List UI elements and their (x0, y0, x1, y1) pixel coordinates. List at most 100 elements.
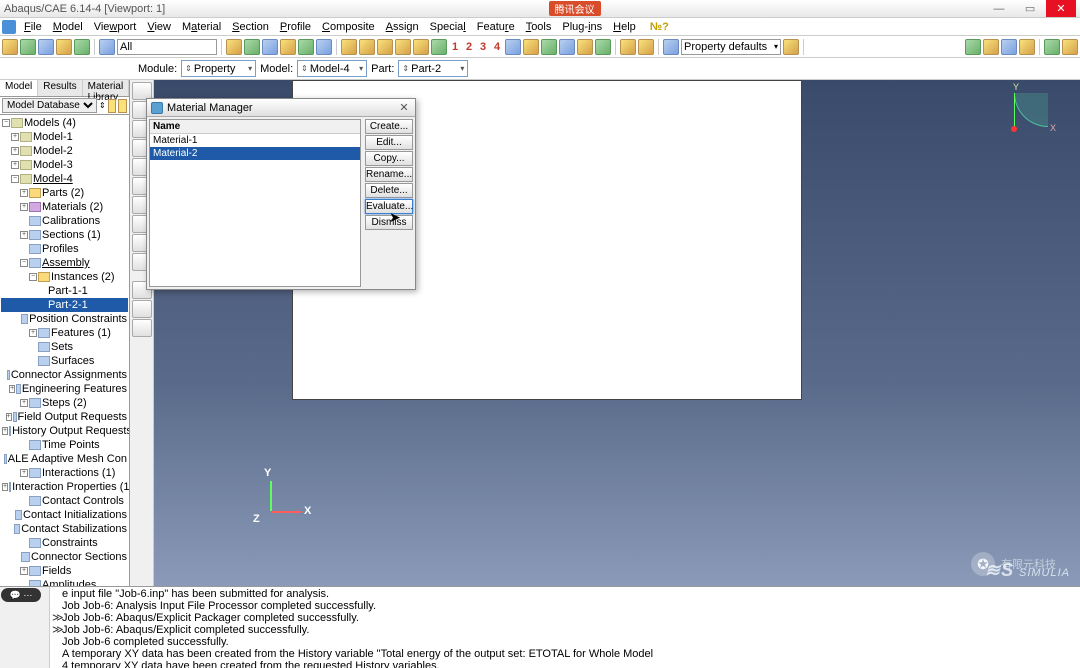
tool-icon-1[interactable] (74, 39, 90, 55)
tool-e3[interactable] (1001, 39, 1017, 55)
datum-icon[interactable] (431, 39, 447, 55)
tree-calibrations[interactable]: Calibrations (42, 214, 100, 228)
tree-model-2[interactable]: Model-2 (33, 144, 73, 158)
tree-instances[interactable]: Instances (2) (51, 270, 115, 284)
tree-poscon[interactable]: Position Constraints (29, 312, 127, 326)
tool-c2[interactable] (638, 39, 654, 55)
tool-e6[interactable] (1062, 39, 1078, 55)
tree-timepts[interactable]: Time Points (42, 438, 100, 452)
menu-plugins[interactable]: Plug-ins (557, 20, 607, 34)
tree-connasn[interactable]: Connector Assignments (11, 368, 127, 382)
tool-a2[interactable] (244, 39, 260, 55)
viewport-4[interactable]: 4 (491, 41, 503, 53)
tool-e1[interactable] (965, 39, 981, 55)
tool-b3[interactable] (541, 39, 557, 55)
tool-a6[interactable] (316, 39, 332, 55)
evaluate-button[interactable]: Evaluate... (365, 199, 413, 214)
dialog-close-icon[interactable]: ✕ (397, 101, 411, 114)
tool-a4[interactable] (280, 39, 296, 55)
view-rotate-icon[interactable] (341, 39, 357, 55)
tree-engfeat[interactable]: Engineering Features (22, 382, 127, 396)
db-tool-2[interactable] (118, 99, 127, 113)
save-icon[interactable] (38, 39, 54, 55)
tree-interactions[interactable]: Interactions (1) (42, 466, 115, 480)
tool-b1[interactable] (505, 39, 521, 55)
menu-section[interactable]: Section (227, 20, 274, 34)
tree-part-1-1[interactable]: Part-1-1 (48, 284, 88, 298)
tool-a1[interactable] (226, 39, 242, 55)
tree-materials[interactable]: Materials (2) (42, 200, 103, 214)
menu-model[interactable]: Model (48, 20, 88, 34)
tree-cstab[interactable]: Contact Stabilizations (21, 522, 127, 536)
material-list[interactable]: Name Material-1 Material-2 (149, 119, 361, 287)
tool-e4[interactable] (1019, 39, 1035, 55)
tree-steps[interactable]: Steps (2) (42, 396, 87, 410)
tree-part-2-1[interactable]: Part-2-1 (48, 298, 88, 312)
dismiss-button[interactable]: Dismiss (365, 215, 413, 230)
tool-b4[interactable] (559, 39, 575, 55)
tree-profiles[interactable]: Profiles (42, 242, 79, 256)
menu-viewport[interactable]: Viewport (89, 20, 142, 34)
tree-fields[interactable]: Fields (42, 564, 71, 578)
part-select[interactable]: ⇕Part-2▾ (398, 60, 468, 77)
message-log[interactable]: e input file "Job-6.inp" has been submit… (50, 587, 1080, 668)
menu-file[interactable]: FFileile (19, 20, 47, 34)
material-row-1[interactable]: Material-1 (150, 134, 360, 147)
list-header-name[interactable]: Name (150, 120, 360, 134)
tree-model-1[interactable]: Model-1 (33, 130, 73, 144)
db-tool-1[interactable] (108, 99, 117, 113)
tab-model[interactable]: Model (0, 80, 38, 96)
tool-b6[interactable] (595, 39, 611, 55)
tree-features[interactable]: Features (1) (51, 326, 111, 340)
property-defaults-select[interactable]: Property defaults▾ (681, 39, 781, 55)
close-button[interactable]: ✕ (1046, 0, 1076, 17)
model-tree[interactable]: Models (4) Model-1 Model-2 Model-3 Model… (0, 115, 129, 586)
tool-d2[interactable] (783, 39, 799, 55)
rename-button[interactable]: Rename... (365, 167, 413, 182)
help-icon[interactable]: №? (642, 20, 674, 34)
menu-tools[interactable]: Tools (521, 20, 557, 34)
viewport-3[interactable]: 3 (477, 41, 489, 53)
tree-intprop[interactable]: Interaction Properties (1) (12, 480, 129, 494)
model-select[interactable]: ⇕Model-4▾ (297, 60, 367, 77)
view-pan-icon[interactable] (359, 39, 375, 55)
open-icon[interactable] (20, 39, 36, 55)
tree-parts[interactable]: Parts (2) (42, 186, 84, 200)
select-filter[interactable]: All (117, 39, 217, 55)
message-toggle-icon[interactable]: 💬 ⋯ (1, 588, 41, 602)
tool-b5[interactable] (577, 39, 593, 55)
view-zoom-icon[interactable] (377, 39, 393, 55)
tab-matlib[interactable]: Material Library (83, 80, 130, 96)
copy-button[interactable]: Copy... (365, 151, 413, 166)
edit-button[interactable]: Edit... (365, 135, 413, 150)
tool-a5[interactable] (298, 39, 314, 55)
print-icon[interactable] (56, 39, 72, 55)
orientation-triad[interactable]: Y X (1010, 90, 1060, 140)
select-icon[interactable] (99, 39, 115, 55)
tree-ale[interactable]: ALE Adaptive Mesh Con (8, 452, 127, 466)
delete-button[interactable]: Delete... (365, 183, 413, 198)
menu-view[interactable]: View (142, 20, 176, 34)
tree-ccont[interactable]: Contact Controls (42, 494, 124, 508)
tree-hout[interactable]: History Output Requests (12, 424, 129, 438)
tab-results[interactable]: Results (38, 80, 82, 96)
database-select[interactable]: Model Database (2, 98, 97, 113)
menu-assign[interactable]: Assign (381, 20, 424, 34)
tree-model-3[interactable]: Model-3 (33, 158, 73, 172)
tool-e2[interactable] (983, 39, 999, 55)
tool-b2[interactable] (523, 39, 539, 55)
viewport-2[interactable]: 2 (463, 41, 475, 53)
tree-assembly[interactable]: Assembly (42, 256, 90, 270)
tree-sections[interactable]: Sections (1) (42, 228, 101, 242)
menu-help[interactable]: Help (608, 20, 641, 34)
tree-model-4[interactable]: Model-4 (33, 172, 73, 186)
minimize-button[interactable]: — (984, 0, 1014, 17)
create-button[interactable]: Create... (365, 119, 413, 134)
sidetool-12[interactable] (132, 300, 152, 318)
view-fit-icon[interactable] (395, 39, 411, 55)
tree-models[interactable]: Models (4) (24, 116, 76, 130)
tree-cinit[interactable]: Contact Initializations (23, 508, 127, 522)
menu-material[interactable]: Material (177, 20, 226, 34)
new-icon[interactable] (2, 39, 18, 55)
dialog-titlebar[interactable]: Material Manager ✕ (147, 99, 415, 117)
